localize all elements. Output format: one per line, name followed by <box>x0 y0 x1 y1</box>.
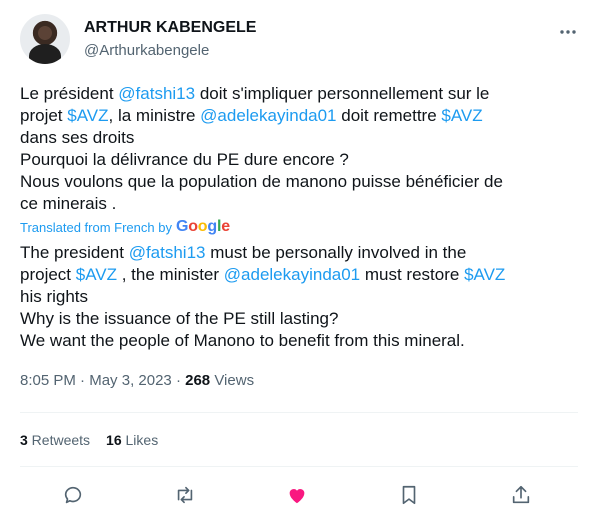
text-segment: must be personally involved in the <box>205 243 467 262</box>
bookmark-icon[interactable] <box>398 484 422 508</box>
meta-separator: · <box>75 372 90 389</box>
text-line: We want the people of Manono to benefit … <box>20 331 465 350</box>
tweet-text-original: Le président @fatshi13 doit s'impliquer … <box>20 83 586 215</box>
text-line: project $AVZ , the minister @adelekayind… <box>20 264 586 286</box>
text-line: projet $AVZ, la ministre @adelekayinda01… <box>20 105 586 127</box>
text-segment: , the minister <box>117 265 224 284</box>
text-segment: must restore <box>360 265 465 284</box>
views-count: 268 <box>185 372 211 389</box>
tweet-date[interactable]: May 3, 2023 <box>89 372 172 389</box>
text-line: ce minerais . <box>20 194 117 213</box>
retweet-icon[interactable] <box>174 484 198 508</box>
cashtag-link[interactable]: $AVZ <box>76 265 117 284</box>
text-segment: Le président <box>20 84 119 103</box>
translation-label[interactable]: Translated from French by Google <box>20 218 230 236</box>
divider <box>20 412 578 413</box>
text-segment: The president <box>20 243 129 262</box>
tweet-text-translated: The president @fatshi13 must be personal… <box>20 242 586 352</box>
meta-separator: · <box>171 372 186 389</box>
likes-label: Likes <box>121 432 159 448</box>
mention-link[interactable]: @adelekayinda01 <box>200 106 336 125</box>
text-line: Nous voulons que la population de manono… <box>20 172 503 191</box>
cashtag-link[interactable]: $AVZ <box>464 265 505 284</box>
text-segment: doit s'impliquer personnellement sur le <box>195 84 490 103</box>
retweets-label: Retweets <box>27 432 91 448</box>
text-line: dans ses droits <box>20 128 135 147</box>
text-line: his rights <box>20 287 89 306</box>
more-icon[interactable] <box>558 22 578 42</box>
retweets-count: 3 <box>20 432 28 448</box>
author-name[interactable]: ARTHUR KABENGELE <box>84 19 256 37</box>
text-segment: doit remettre <box>336 106 442 125</box>
retweets-stat[interactable]: 3 Retweets <box>20 432 90 448</box>
like-icon[interactable] <box>286 484 310 508</box>
avatar[interactable] <box>20 14 70 64</box>
reply-icon[interactable] <box>62 484 86 508</box>
text-segment: , la ministre <box>108 106 201 125</box>
cashtag-link[interactable]: $AVZ <box>67 106 108 125</box>
divider <box>20 466 578 467</box>
text-line: Pourquoi la délivrance du PE dure encore… <box>20 150 349 169</box>
mention-link[interactable]: @adelekayinda01 <box>224 265 360 284</box>
action-bar <box>20 474 578 518</box>
views-label: Views <box>210 372 255 389</box>
text-line: Why is the issuance of the PE still last… <box>20 309 339 328</box>
mention-link[interactable]: @fatshi13 <box>129 243 206 262</box>
tweet-meta: 8:05 PM · May 3, 2023 · 268 Views <box>20 372 254 389</box>
text-segment: projet <box>20 106 68 125</box>
tweet-time[interactable]: 8:05 PM <box>20 372 76 389</box>
author-handle[interactable]: @Arthurkabengele <box>84 42 209 59</box>
text-line: Le président @fatshi13 doit s'impliquer … <box>20 83 586 105</box>
text-segment: project <box>20 265 76 284</box>
mention-link[interactable]: @fatshi13 <box>118 84 195 103</box>
share-icon[interactable] <box>510 484 534 508</box>
likes-count: 16 <box>106 432 122 448</box>
likes-stat[interactable]: 16 Likes <box>106 432 158 448</box>
tweet-stats: 3 Retweets 16 Likes <box>20 432 158 448</box>
cashtag-link[interactable]: $AVZ <box>441 106 482 125</box>
google-logo: Google <box>175 218 230 235</box>
tweet-header: ARTHUR KABENGELE @Arthurkabengele <box>20 14 580 70</box>
text-line: The president @fatshi13 must be personal… <box>20 242 586 264</box>
translation-text: Translated from French by <box>20 219 172 235</box>
